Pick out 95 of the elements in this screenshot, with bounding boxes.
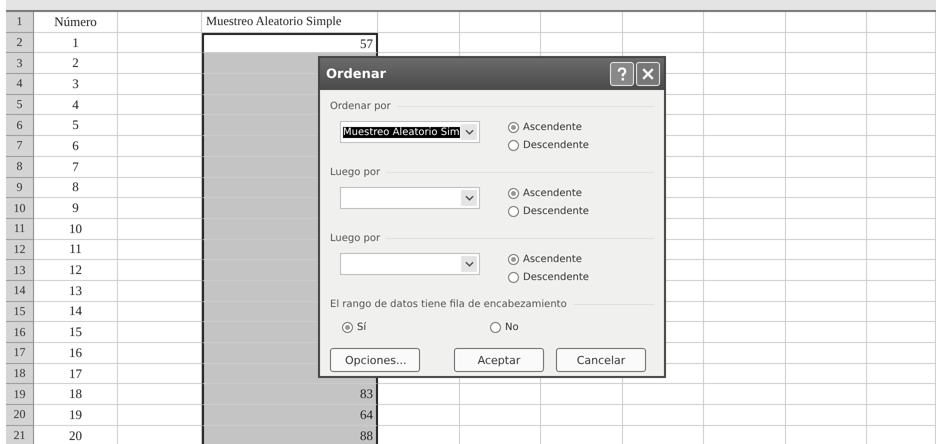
radio-indicator[interactable] [342,322,353,332]
table-cell: 2 [34,53,118,74]
row-number[interactable]: 12 [6,240,34,260]
table-cell [867,384,936,406]
radio-indicator[interactable] [508,254,519,264]
table-cell: 12 [34,260,118,281]
table-cell: 20 [34,426,118,444]
dialog-button[interactable]: Cancelar [556,348,646,372]
table-cell: 7 [34,156,118,178]
table-cell [867,343,936,364]
row-number[interactable]: 2 [6,32,34,54]
table-cell: 64 [202,405,378,426]
table-cell [867,302,936,322]
group-label: Ordenar por [330,100,391,112]
help-button[interactable] [610,62,634,86]
table-cell: 19 [34,405,118,426]
row-number[interactable]: 7 [6,136,34,157]
row-number[interactable]: 6 [6,115,34,136]
table-cell [867,136,936,157]
group-label: El rango de datos tiene fila de encabezamiento [330,298,567,310]
table-cell [867,198,936,219]
radio-indicator[interactable] [508,140,519,150]
table-cell [867,32,936,54]
group-label: Luego por [330,166,380,178]
row-number[interactable]: 8 [6,156,34,178]
radio-option[interactable]: No [490,318,638,336]
table-cell: 13 [34,280,118,302]
close-button[interactable] [636,62,660,86]
table-cell [867,53,936,74]
table-cell: 14 [34,302,118,322]
row-number[interactable]: 16 [6,322,34,343]
table-cell [867,115,936,136]
table-cell: 57 [202,32,378,54]
table-cell: 16 [34,343,118,364]
table-cell [867,260,936,281]
table-cell: 15 [34,322,118,343]
table-cell: 17 [34,364,118,384]
table-cell: 3 [34,74,118,95]
table-cell [867,74,936,95]
row-number[interactable]: 20 [6,405,34,426]
table-cell [867,12,936,33]
table-cell: 4 [34,94,118,116]
table-cell: 83 [202,384,378,406]
group-label: Luego por [330,232,380,244]
sort-column-dropdown[interactable]: Muestreo Aleatorio Sim [340,121,480,143]
table-cell: 8 [34,178,118,198]
radio-option[interactable]: Descendente [508,136,589,154]
row-number[interactable]: 19 [6,384,34,406]
dialog-button[interactable]: Opciones... [330,348,420,372]
row-number[interactable]: 13 [6,260,34,281]
radio-indicator[interactable] [508,272,519,282]
row-number[interactable]: 1 [6,12,34,33]
table-cell: 5 [34,115,118,136]
table-cell [867,156,936,178]
radio-indicator[interactable] [508,206,519,216]
table-cell: 9 [34,198,118,219]
row-number[interactable]: 14 [6,280,34,302]
table-cell [867,94,936,116]
table-cell [867,405,936,426]
table-cell [867,364,936,384]
radio-option[interactable]: Descendente [508,202,589,220]
row-number[interactable]: 18 [6,364,34,384]
dialog-button[interactable]: Aceptar [454,348,544,372]
table-cell: 10 [34,218,118,240]
row-number[interactable]: 21 [6,426,34,444]
table-cell [867,322,936,343]
row-number[interactable]: 15 [6,302,34,322]
table-cell: 6 [34,136,118,157]
radio-option[interactable]: Descendente [508,268,589,286]
table-cell: 11 [34,240,118,260]
radio-option[interactable]: Ascendente [508,184,589,202]
radio-option[interactable]: Ascendente [508,250,589,268]
radio-option[interactable]: Ascendente [508,118,589,136]
radio-option[interactable]: Sí [342,318,490,336]
table-cell [867,178,936,198]
table-cell [867,240,936,260]
row-number[interactable]: 9 [6,178,34,198]
table-cell: 1 [34,32,118,54]
table-cell [867,218,936,240]
row-number[interactable]: 3 [6,53,34,74]
radio-indicator[interactable] [508,122,519,132]
row-number[interactable]: 10 [6,198,34,219]
table-cell [867,280,936,302]
row-number[interactable]: 17 [6,343,34,364]
close-icon [640,66,656,82]
table-cell: Número [34,12,118,33]
dropdown-value: Muestreo Aleatorio Sim [343,126,460,138]
table-cell: 18 [34,384,118,406]
window-title: Ordenar [326,66,386,82]
row-number[interactable]: 4 [6,74,34,95]
row-number[interactable]: 5 [6,94,34,116]
radio-indicator[interactable] [508,188,519,198]
row-number[interactable]: 11 [6,218,34,240]
table-cell: 88 [202,426,378,444]
radio-indicator[interactable] [490,322,501,332]
